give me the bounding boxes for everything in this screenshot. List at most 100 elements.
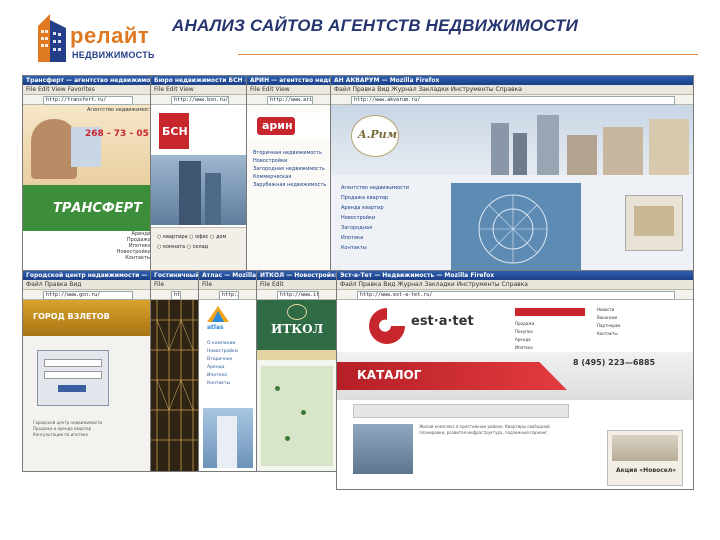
brand-name: A.Рим [358, 128, 398, 141]
browser-toolbar: Файл Правка Вид Журнал Закладки Инструме… [337, 280, 693, 290]
address-bar: http://www.gcn.ru/ [23, 290, 151, 300]
bsn-logo: БСН [159, 113, 189, 149]
url-field[interactable]: http://www.est-a-tet.ru/ [357, 291, 675, 300]
page-content: ГОРОД ВЗЛЕТОВ Городской центр недвижимос… [23, 300, 151, 471]
akvarum-logo: A.Рим [351, 115, 399, 157]
house-card[interactable] [625, 195, 683, 251]
page-content: БСН ○ квартира ○ офис ○ дом ○ комната ○ … [151, 105, 247, 271]
title-divider [238, 54, 698, 55]
screenshot-construction: Гостиничный комплекс File http://www.est… [150, 270, 200, 472]
url-field[interactable]: http://www.atlas.ru/ [219, 291, 239, 300]
address-bar: http://www.akvarum.ru/ [331, 95, 693, 105]
moscow-map[interactable] [451, 183, 581, 271]
building-logo-icon [38, 14, 66, 62]
screenshot-atlas: Атлас — Mozilla Firefox File http://www.… [198, 270, 258, 472]
description-text: Жилой комплекс в престижном районе. Квар… [419, 424, 550, 435]
window-title: Эст-а-Тет — Недвижимость — Mozilla Firef… [337, 271, 693, 280]
screenshot-akvarum: АН АКВАРУМ — Mozilla Firefox Файл Правка… [330, 75, 694, 272]
map-marker-icon[interactable] [275, 386, 280, 391]
brand-name: ГОРОД ВЗЛЕТОВ [33, 312, 110, 321]
brand-banner: ГОРОД ВЗЛЕТОВ [23, 300, 151, 336]
search-form[interactable]: ○ квартира ○ офис ○ дом ○ комната ○ скла… [151, 227, 247, 271]
address-bar: http://www.arin.ru/ [247, 95, 331, 105]
district-map[interactable] [261, 366, 333, 466]
browser-toolbar: File Edit [257, 280, 337, 290]
estatet-logo-icon [369, 308, 405, 344]
promo-card[interactable]: Акция «Новосел» [607, 430, 683, 486]
password-input[interactable] [44, 371, 102, 379]
url-field[interactable]: http://transfert.ru/ [43, 96, 133, 105]
brand-banner: ИТКОЛ [257, 300, 337, 350]
window-title: АРИН — агентство недвижимости [247, 76, 331, 85]
phone-number: 268 - 73 - 05 [85, 129, 149, 139]
login-button[interactable] [58, 385, 86, 392]
tab-strip[interactable] [257, 350, 337, 360]
window-title: ИТКОЛ — Новостройки — Mozilla Firefox [257, 271, 337, 280]
map-marker-icon[interactable] [285, 436, 290, 441]
logo-name: релайт [70, 23, 150, 48]
page-content: est·a·tet Продажа Покупка Аренда Ипотека Но… [337, 300, 693, 489]
screenshot-itkol: ИТКОЛ — Новостройки — Mozilla Firefox Fi… [256, 270, 338, 472]
nav-menu[interactable]: Вторичная недвижимость Новостройки Загор… [253, 149, 329, 189]
url-field[interactable]: http://www.itkol.ru/ [277, 291, 319, 300]
browser-toolbar: File [151, 280, 199, 290]
company-logo: релайт НЕДВИЖИМОСТЬ [36, 10, 156, 66]
brand-name: ТРАНСФЕРТ [53, 201, 143, 216]
page-content: ИТКОЛ [257, 300, 337, 471]
url-field[interactable]: http://www.arin.ru/ [267, 96, 313, 105]
menu-item[interactable]: Новостройки [253, 157, 329, 165]
address-bar: http://transfert.ru/ [23, 95, 151, 105]
property-photo [353, 424, 413, 474]
url-field[interactable]: http://www.estate.ru/ [171, 291, 181, 300]
url-field[interactable]: http://www.bsn.ru/ [171, 96, 229, 105]
screenshot-estatet: Эст-а-Тет — Недвижимость — Mozilla Firef… [336, 270, 694, 490]
window-title: Городской центр недвижимости — Mozilla F… [23, 271, 151, 280]
brand-name: арин [262, 119, 293, 132]
login-form[interactable] [37, 350, 109, 406]
promo-label: Акция «Новосел» [616, 467, 677, 474]
address-bar: http://www.atlas.ru/ [199, 290, 257, 300]
page-content: atlas О компании Новостройки Вторичное Арен… [199, 300, 257, 471]
logo-subtitle: НЕДВИЖИМОСТЬ [72, 50, 155, 60]
brand-banner: ТРАНСФЕРТ [23, 185, 151, 231]
hero-image [23, 105, 151, 185]
menu-item[interactable]: Загородная недвижимость [253, 165, 329, 173]
building-photo [203, 408, 253, 468]
browser-toolbar: Файл Правка Вид Журнал Закладки Инструме… [331, 85, 693, 95]
catalog-heading: КАТАЛОГ [357, 368, 422, 382]
address-bar: http://www.itkol.ru/ [257, 290, 337, 300]
screenshot-gcn: Городской центр недвижимости — Mozilla F… [22, 270, 152, 472]
skyscraper-photo [151, 155, 247, 225]
screenshot-transfert: Трансферт — агентство недвижимости — Win… [22, 75, 152, 272]
side-menu[interactable]: Аренда Продажа Ипотека Новостройки Контакты [101, 231, 151, 271]
menu-item[interactable]: Вторичная недвижимость [253, 149, 329, 157]
menu-item[interactable]: Коммерческая [253, 173, 329, 181]
browser-toolbar: File Edit View [247, 85, 331, 95]
breadcrumb[interactable] [353, 404, 569, 418]
screenshot-arin: АРИН — агентство недвижимости File Edit … [246, 75, 332, 272]
url-field[interactable]: http://www.akvarum.ru/ [351, 96, 675, 105]
map-outline-icon [478, 194, 548, 264]
page-content: A.Рим Агентство недвижимости Продажа квар… [331, 105, 693, 271]
top-menu-bar[interactable] [515, 308, 585, 316]
window-title: Трансферт — агентство недвижимости — Win… [23, 76, 151, 85]
services-menu[interactable]: Продажа Покупка Аренда Ипотека [515, 320, 585, 352]
links-column[interactable]: Новости Вакансии Партнерам Контакты [597, 306, 687, 338]
menu-item[interactable]: Зарубежная недвижимость [253, 181, 329, 189]
brand-name: atlas [207, 324, 224, 331]
address-bar: http://www.bsn.ru/ [151, 95, 247, 105]
info-text: Городской центр недвижимости Продажа и ар… [33, 420, 103, 437]
address-bar: http://www.est-a-tet.ru/ [337, 290, 693, 300]
window-title: Гостиничный комплекс [151, 271, 199, 280]
login-input[interactable] [44, 359, 102, 367]
atlas-logo-icon [207, 306, 229, 322]
map-marker-icon[interactable] [301, 410, 306, 415]
screenshot-bsn: Бюро недвижимости БСН — Microsoft Intern… [150, 75, 248, 272]
brand-name: est·a·tet [411, 314, 474, 329]
nav-menu[interactable]: О компании Новостройки Вторичное Аренда Ипот… [207, 340, 255, 388]
link-list[interactable]: Агентство недвижимости Продажа квартир Аре… [341, 183, 441, 253]
brand-name: ИТКОЛ [271, 322, 324, 336]
browser-toolbar: File [199, 280, 257, 290]
window-title: АН АКВАРУМ — Mozilla Firefox [331, 76, 693, 85]
url-field[interactable]: http://www.gcn.ru/ [43, 291, 133, 300]
